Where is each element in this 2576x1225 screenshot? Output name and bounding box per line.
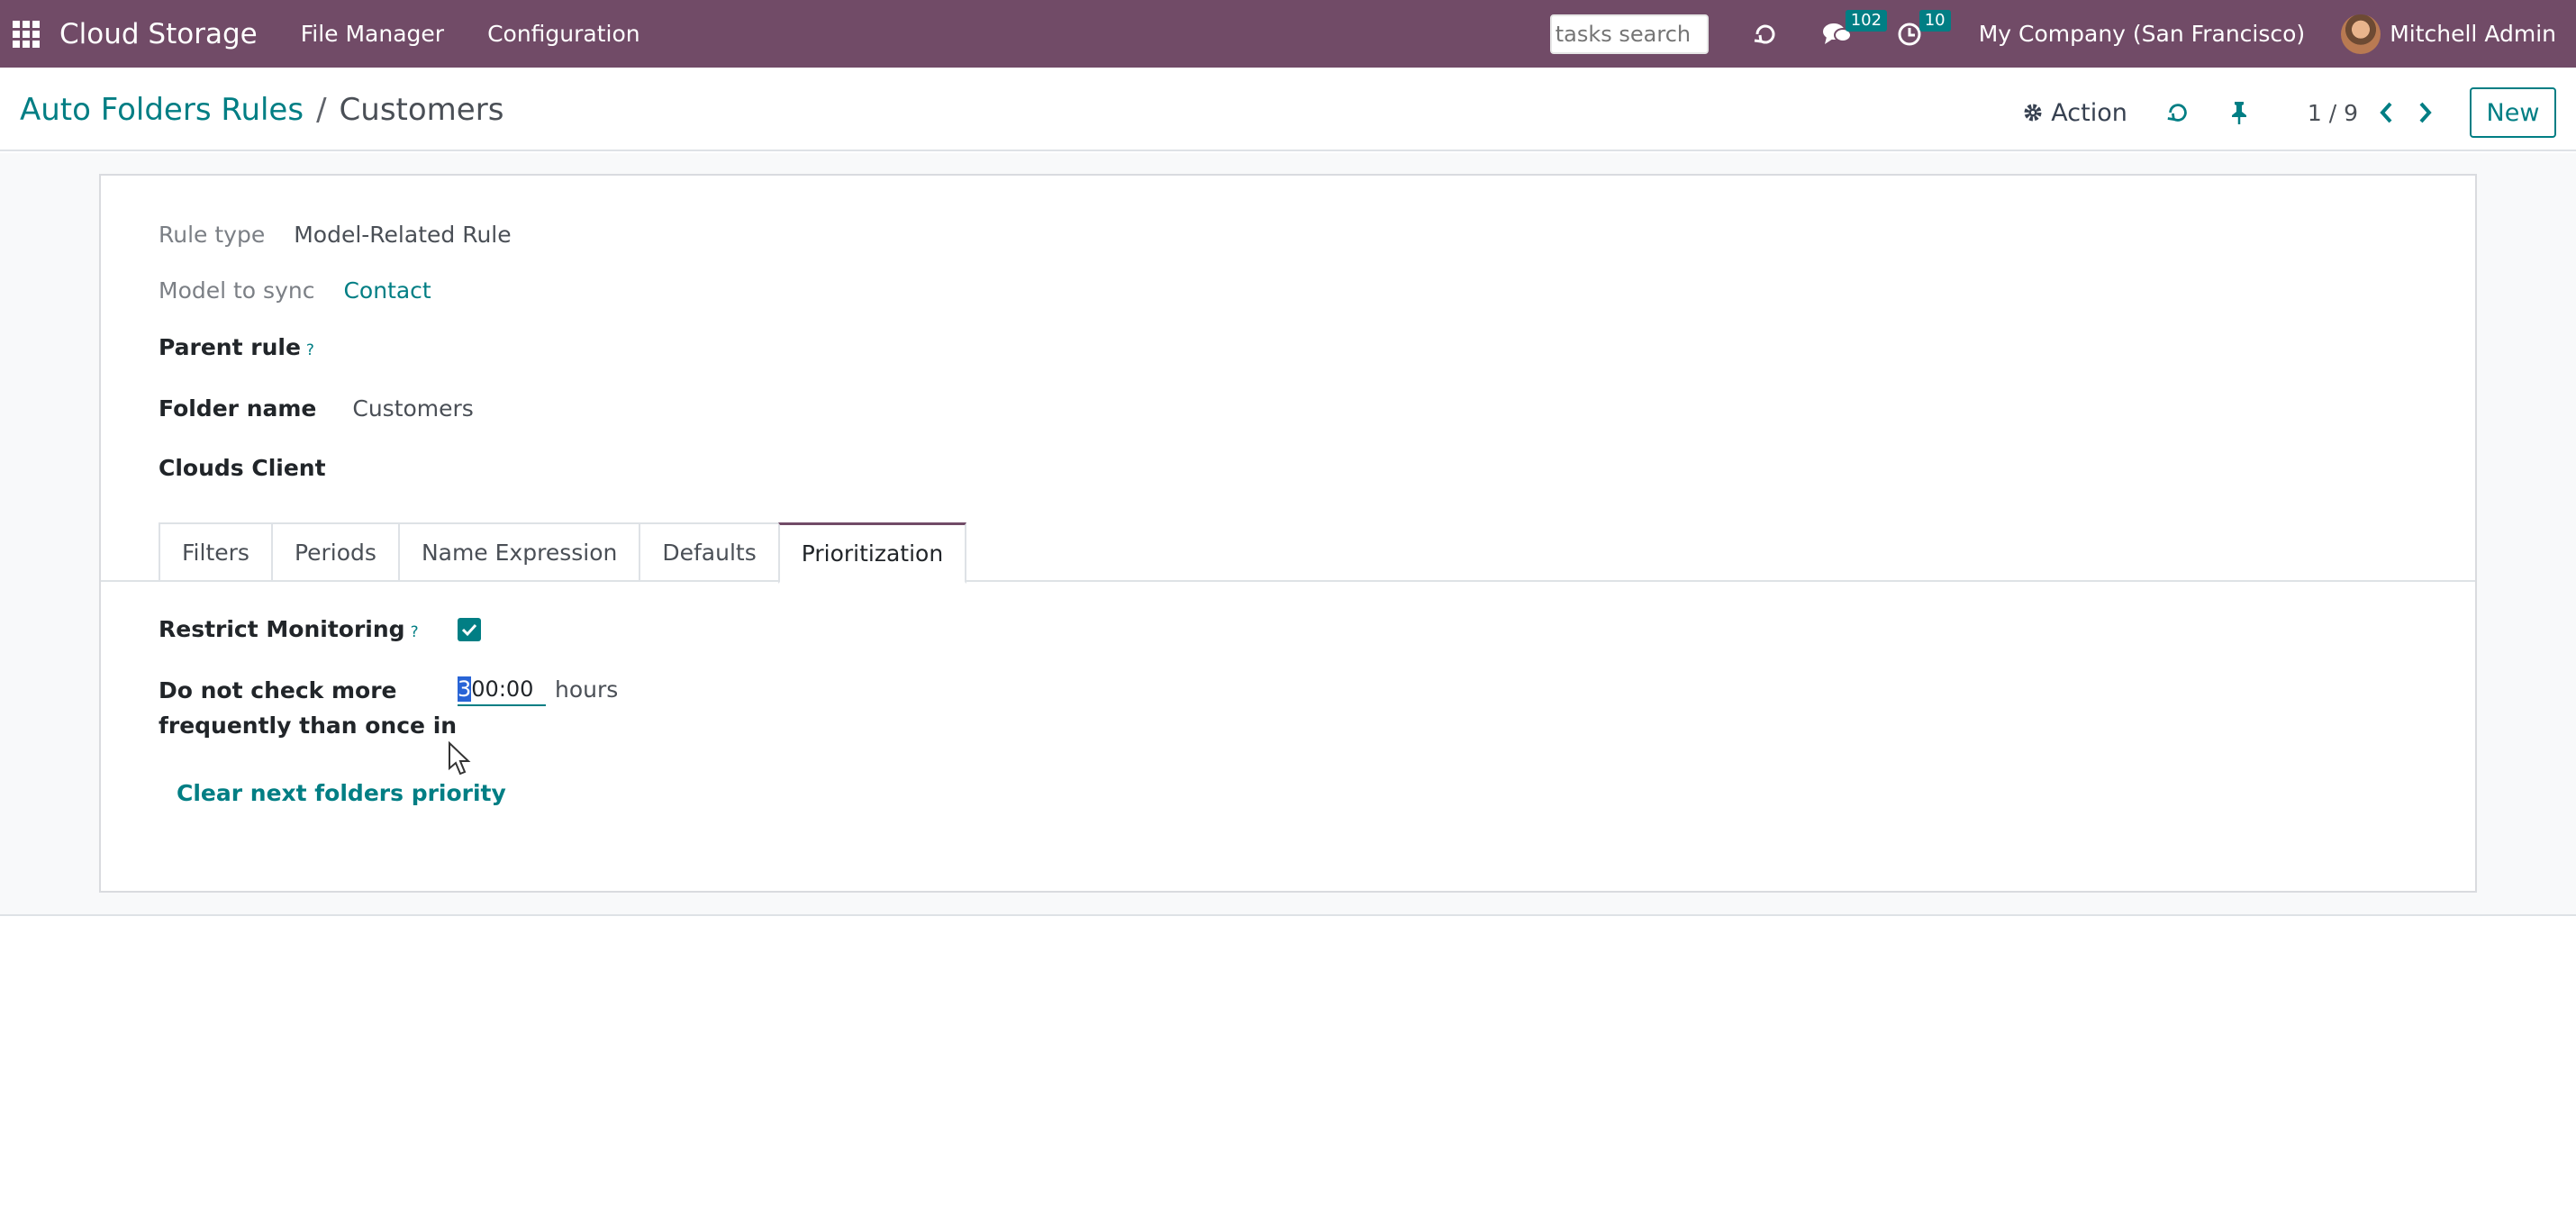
clouds-client-field: Clouds Client xyxy=(159,455,326,481)
pager-previous-icon[interactable] xyxy=(2378,101,2396,124)
tab-defaults[interactable]: Defaults xyxy=(639,522,778,582)
restrict-monitoring-label: Restrict Monitoring xyxy=(159,616,405,642)
model-label: Model to sync xyxy=(159,277,315,304)
clear-priority-button[interactable]: Clear next folders priority xyxy=(177,780,506,806)
frequency-time-input[interactable]: 3 00:00 xyxy=(458,674,546,706)
app-title[interactable]: Cloud Storage xyxy=(59,18,258,50)
parent-rule-field: Parent rule ? xyxy=(159,334,314,360)
breadcrumb-separator: / xyxy=(316,92,327,128)
menu-file-manager[interactable]: File Manager xyxy=(301,21,444,47)
breadcrumb: Auto Folders Rules / Customers xyxy=(20,92,503,128)
folder-name-label: Folder name xyxy=(159,395,317,422)
restrict-monitoring-checkbox[interactable] xyxy=(458,618,481,641)
mouse-cursor-icon xyxy=(448,740,473,781)
activities-clock-icon[interactable]: 10 xyxy=(1896,9,1951,48)
parent-rule-label: Parent rule xyxy=(159,334,301,360)
folder-name-value[interactable]: Customers xyxy=(352,395,473,422)
form-tabs: Filters Periods Name Expression Defaults… xyxy=(159,522,967,584)
record-refresh-icon[interactable] xyxy=(2165,100,2191,125)
rule-type-value: Model-Related Rule xyxy=(294,222,512,248)
frequency-rest-text: 00:00 xyxy=(471,676,534,702)
messages-count-badge: 102 xyxy=(1845,9,1888,32)
tab-periods[interactable]: Periods xyxy=(270,522,398,582)
frequency-label-line2: frequently than once in xyxy=(159,712,458,739)
user-menu[interactable]: Mitchell Admin xyxy=(2390,21,2556,47)
new-button[interactable]: New xyxy=(2470,87,2556,138)
frequency-label-line1: Do not check more xyxy=(159,677,397,703)
restrict-monitoring-field: Restrict Monitoring ? xyxy=(159,616,419,642)
parent-rule-help-icon[interactable]: ? xyxy=(306,341,314,359)
rule-type-field: Rule type Model-Related Rule xyxy=(159,222,512,248)
activities-count-badge: 10 xyxy=(1918,9,1951,32)
messages-icon[interactable]: 102 xyxy=(1822,9,1888,48)
tab-name-expression[interactable]: Name Expression xyxy=(397,522,639,582)
breadcrumb-parent[interactable]: Auto Folders Rules xyxy=(20,92,304,128)
model-field: Model to sync Contact xyxy=(159,277,431,304)
company-switcher[interactable]: My Company (San Francisco) xyxy=(1979,21,2305,47)
refresh-sync-icon[interactable] xyxy=(1752,21,1779,48)
form-sheet: Rule type Model-Related Rule Model to sy… xyxy=(99,174,2477,893)
frequency-field: Do not check more frequently than once i… xyxy=(159,673,457,743)
tab-filters[interactable]: Filters xyxy=(159,522,271,582)
check-icon xyxy=(461,623,477,637)
hours-unit-label: hours xyxy=(555,676,619,703)
user-avatar[interactable] xyxy=(2341,14,2381,54)
menu-configuration[interactable]: Configuration xyxy=(487,21,640,47)
rule-type-label: Rule type xyxy=(159,222,266,248)
top-navbar: Cloud Storage File Manager Configuration… xyxy=(0,0,2576,68)
frequency-selected-text: 3 xyxy=(458,676,472,702)
action-label: Action xyxy=(2051,98,2127,127)
tab-prioritization[interactable]: Prioritization xyxy=(777,522,967,584)
folder-name-field: Folder name Customers xyxy=(159,395,474,422)
control-panel: Auto Folders Rules / Customers Action 1 … xyxy=(0,68,2576,151)
breadcrumb-current: Customers xyxy=(339,92,504,128)
restrict-monitoring-help-icon[interactable]: ? xyxy=(411,623,419,641)
pager-next-icon[interactable] xyxy=(2416,101,2434,124)
clouds-client-label: Clouds Client xyxy=(159,455,326,481)
apps-menu-icon[interactable] xyxy=(13,20,40,48)
model-value-link[interactable]: Contact xyxy=(343,277,431,304)
pin-icon[interactable] xyxy=(2228,100,2250,125)
pager-value[interactable]: 1 / 9 xyxy=(2308,100,2358,126)
tasks-search-input[interactable] xyxy=(1549,14,1709,54)
action-button[interactable]: Action xyxy=(2022,99,2127,127)
gear-icon xyxy=(2022,102,2044,123)
